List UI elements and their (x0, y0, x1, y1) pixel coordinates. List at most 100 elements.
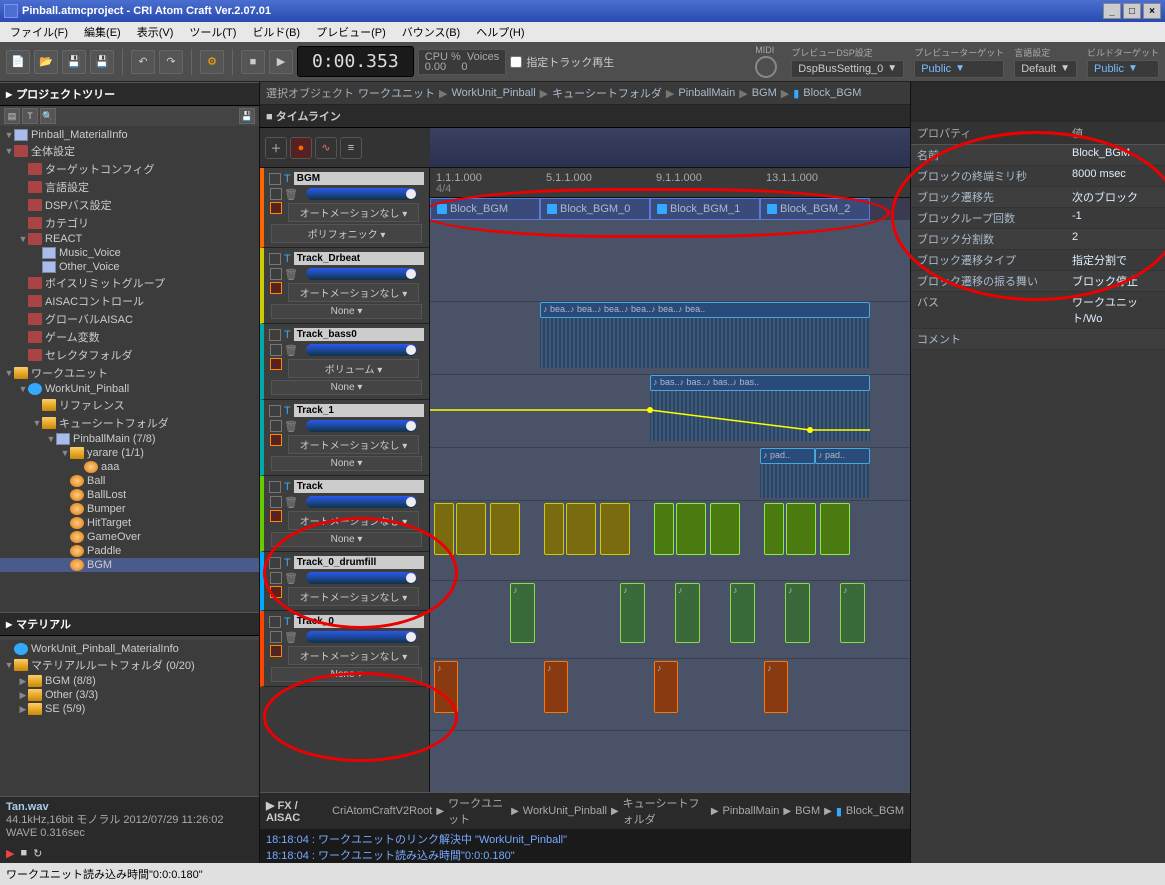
track-Track_bass0[interactable]: TTrack_bass0 🗑 ボリューム ▾None ▾ (260, 324, 429, 400)
track-Track_Drbeat[interactable]: TTrack_Drbeat 🗑 オートメーションなし ▾None ▾ (260, 248, 429, 324)
track-Track[interactable]: TTrack 🗑 オートメーションなし ▾None ▾ (260, 476, 429, 552)
language-dropdown[interactable]: Default▼ (1014, 60, 1077, 78)
property-row[interactable]: 名前Block_BGM (911, 145, 1165, 166)
list-button[interactable]: ≡ (340, 137, 362, 159)
menu-tool[interactable]: ツール(T) (183, 22, 242, 42)
open-button[interactable]: 📂 (34, 50, 58, 74)
tree-item[interactable]: ▼PinballMain (7/8) (0, 432, 259, 446)
tree-item[interactable]: ▼WorkUnit_Pinball (0, 382, 259, 396)
tree-item[interactable]: ▼マテリアルルートフォルダ (0/20) (0, 656, 259, 674)
mat-loop-icon[interactable]: ↻ (33, 847, 42, 860)
build-target-dropdown[interactable]: Public▼ (1087, 60, 1159, 78)
block-bgm-2[interactable]: Block_BGM_2 (760, 198, 870, 220)
project-tree[interactable]: ▼Pinball_MaterialInfo▼全体設定ターゲットコンフィグ言語設定… (0, 126, 259, 574)
build-button[interactable]: ⚙ (200, 50, 224, 74)
tree-item[interactable]: ▼キューシートフォルダ (0, 414, 259, 432)
track-Track_0[interactable]: TTrack_0 🗑 オートメーションなし ▾None ▾ (260, 611, 429, 687)
tree-search-icon[interactable]: 🔍 (40, 108, 56, 124)
menu-build[interactable]: ビルド(B) (246, 22, 306, 42)
block-bgm-1[interactable]: Block_BGM_1 (650, 198, 760, 220)
tree-item[interactable]: AISACコントロール (0, 292, 259, 310)
track-Track_0_drumfill[interactable]: TTrack_0_drumfill 🗑 オートメーションなし ▾ (260, 552, 429, 611)
menu-preview[interactable]: プレビュー(P) (310, 22, 392, 42)
lane-bass0[interactable]: ♪ bas..♪ bas..♪ bas..♪ bas.. (430, 375, 910, 448)
tree-item[interactable]: グローバルAISAC (0, 310, 259, 328)
tree-item[interactable]: ▼全体設定 (0, 142, 259, 160)
tree-item[interactable]: Ball (0, 474, 259, 488)
lane-drumfill[interactable]: ♪ ♪ ♪ ♪ ♪ ♪ (430, 581, 910, 659)
maximize-button[interactable]: □ (1123, 3, 1141, 19)
lane-track[interactable] (430, 501, 910, 581)
undo-button[interactable]: ↶ (131, 50, 155, 74)
tree-item[interactable]: ▼ワークユニット (0, 364, 259, 382)
tree-save-icon[interactable]: 💾 (239, 108, 255, 124)
record-button[interactable]: ● (290, 137, 312, 159)
mat-stop-icon[interactable]: ■ (20, 847, 27, 860)
tree-item[interactable]: ▼Pinball_MaterialInfo (0, 128, 259, 142)
tree-item[interactable]: BGM (0, 558, 259, 572)
new-button[interactable]: 📄 (6, 50, 30, 74)
lane-track1[interactable]: ♪ pad.. ♪ pad.. (430, 448, 910, 501)
lane-bgm[interactable] (430, 220, 910, 302)
save-button[interactable]: 💾 (62, 50, 86, 74)
tree-item[interactable]: ▼REACT (0, 232, 259, 246)
property-row[interactable]: ブロック遷移先次のブロック (911, 187, 1165, 208)
preview-target-dropdown[interactable]: Public▼ (914, 60, 1004, 78)
track-playback-checkbox[interactable]: 指定トラック再生 (510, 54, 614, 70)
tree-item[interactable]: Music_Voice (0, 246, 259, 260)
tree-item[interactable]: 言語設定 (0, 178, 259, 196)
tree-item[interactable]: ▼yarare (1/1) (0, 446, 259, 460)
tree-item[interactable]: DSPバス設定 (0, 196, 259, 214)
tree-item[interactable]: Paddle (0, 544, 259, 558)
tree-item[interactable]: GameOver (0, 530, 259, 544)
tree-item[interactable]: ボイスリミットグループ (0, 274, 259, 292)
tree-item[interactable]: ターゲットコンフィグ (0, 160, 259, 178)
block-bgm[interactable]: Block_BGM (430, 198, 540, 220)
automation-button[interactable]: ∿ (315, 137, 337, 159)
lane-track0[interactable]: ♪ ♪ ♪ ♪ (430, 659, 910, 731)
tree-filter-icon[interactable]: T (22, 108, 38, 124)
dsp-dropdown[interactable]: DspBusSetting_0▼ (791, 60, 904, 78)
menu-bounce[interactable]: バウンス(B) (396, 22, 466, 42)
lane-drbeat[interactable]: ♪ bea..♪ bea..♪ bea..♪ bea..♪ bea..♪ bea… (430, 302, 910, 375)
property-row[interactable]: バスワークユニット/Wo (911, 292, 1165, 329)
saveall-button[interactable]: 💾 (90, 50, 114, 74)
track-BGM[interactable]: TBGM 🗑 オートメーションなし ▾ポリフォニック ▾ (260, 168, 429, 248)
property-row[interactable]: コメント (911, 329, 1165, 350)
property-row[interactable]: ブロックループ回数-1 (911, 208, 1165, 229)
tree-item[interactable]: ▶BGM (8/8) (0, 674, 259, 688)
midi-icon[interactable] (755, 56, 777, 78)
redo-button[interactable]: ↷ (159, 50, 183, 74)
menu-help[interactable]: ヘルプ(H) (470, 22, 530, 42)
close-button[interactable]: × (1143, 3, 1161, 19)
property-row[interactable]: ブロック遷移の振る舞いブロック停止 (911, 271, 1165, 292)
block-bgm-0[interactable]: Block_BGM_0 (540, 198, 650, 220)
block-row[interactable]: Block_BGM Block_BGM_0 Block_BGM_1 Block_… (430, 198, 910, 220)
property-row[interactable]: ブロックの終端ミリ秒8000 msec (911, 166, 1165, 187)
timeline-canvas[interactable]: 1.1.1.000 4/4 5.1.1.000 9.1.1.000 13.1.1… (430, 168, 910, 792)
track-Track_1[interactable]: TTrack_1 🗑 オートメーションなし ▾None ▾ (260, 400, 429, 476)
tree-item[interactable]: セレクタフォルダ (0, 346, 259, 364)
stop-button[interactable]: ■ (241, 50, 265, 74)
tree-item[interactable]: WorkUnit_Pinball_MaterialInfo (0, 642, 259, 656)
menu-view[interactable]: 表示(V) (131, 22, 180, 42)
add-track-button[interactable]: ＋ (265, 137, 287, 159)
tree-item[interactable]: Bumper (0, 502, 259, 516)
minimize-button[interactable]: _ (1103, 3, 1121, 19)
property-row[interactable]: ブロック分割数2 (911, 229, 1165, 250)
material-tree[interactable]: WorkUnit_Pinball_MaterialInfo▼マテリアルルートフォ… (0, 640, 259, 718)
tree-item[interactable]: カテゴリ (0, 214, 259, 232)
menu-edit[interactable]: 編集(E) (78, 22, 127, 42)
tree-item[interactable]: ゲーム変数 (0, 328, 259, 346)
property-row[interactable]: ブロック遷移タイプ指定分割で (911, 250, 1165, 271)
menu-file[interactable]: ファイル(F) (4, 22, 74, 42)
tree-item[interactable]: aaa (0, 460, 259, 474)
mat-play-icon[interactable]: ▶ (6, 847, 14, 860)
tree-item[interactable]: Other_Voice (0, 260, 259, 274)
tree-item[interactable]: リファレンス (0, 396, 259, 414)
tree-item[interactable]: BallLost (0, 488, 259, 502)
tree-item[interactable]: HitTarget (0, 516, 259, 530)
tree-expand-icon[interactable]: ▤ (4, 108, 20, 124)
tree-item[interactable]: ▶SE (5/9) (0, 702, 259, 716)
tree-item[interactable]: ▶Other (3/3) (0, 688, 259, 702)
